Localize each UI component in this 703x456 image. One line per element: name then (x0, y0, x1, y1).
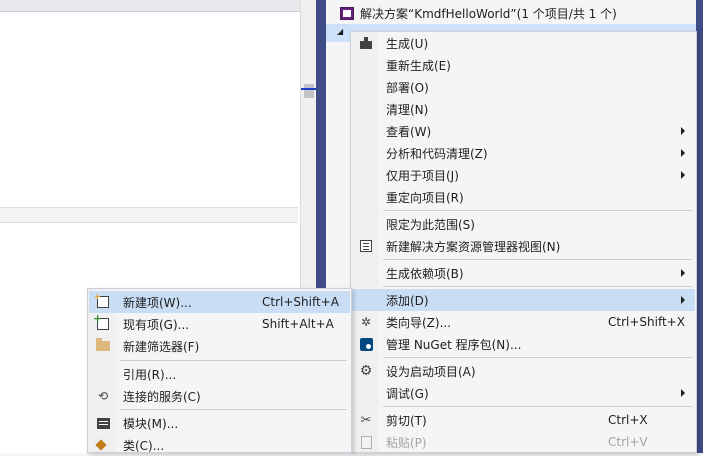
side-tool-strip (696, 0, 703, 453)
menu-item-existing-item[interactable]: 现有项(G)... Shift+Alt+A (89, 312, 350, 335)
menu-item-label: 重新生成(E) (386, 58, 451, 73)
menu-separator (383, 286, 692, 287)
menu-item-label: 限定为此范围(S) (386, 217, 475, 232)
menu-item-debug[interactable]: 调试(G) (352, 382, 695, 404)
menu-item-paste: 粘贴(P) Ctrl+V (352, 431, 695, 453)
menu-item-shortcut: Shift+Alt+A (262, 317, 334, 331)
menu-item-label: 现有项(G)... (123, 317, 190, 332)
menu-item-retarget[interactable]: 重定向项目(R) (352, 186, 695, 208)
menu-item-connected-service[interactable]: ⟲ 连接的服务(C) (89, 385, 350, 407)
menu-item-label: 调试(G) (386, 386, 429, 401)
menu-item-shortcut: Ctrl+X (608, 413, 648, 427)
menu-item-module[interactable]: 模块(M)... (89, 412, 350, 434)
menu-item-class-wizard[interactable]: ✲ 类向导(Z)... Ctrl+Shift+X (352, 311, 695, 333)
menu-item-label: 新建筛选器(F) (123, 339, 200, 354)
cut-icon: ✂ (360, 412, 372, 428)
scroll-position-marker (301, 88, 317, 90)
menu-separator (383, 259, 692, 260)
editor-tab-strip (0, 0, 300, 12)
class-icon (95, 437, 111, 453)
menu-item-label: 重定向项目(R) (386, 190, 464, 205)
menu-item-label: 部署(O) (386, 80, 429, 95)
menu-item-build-dependencies[interactable]: 生成依赖项(B) (352, 262, 695, 284)
collapse-triangle-icon[interactable]: ◢ (337, 27, 343, 36)
menu-item-label: 添加(D) (386, 293, 429, 308)
menu-item-deploy[interactable]: 部署(O) (352, 76, 695, 98)
menu-item-scope-to-this[interactable]: 限定为此范围(S) (352, 213, 695, 235)
menu-item-new-explorer-view[interactable]: 新建解决方案资源管理器视图(N) (352, 235, 695, 257)
menu-item-label: 粘贴(P) (386, 435, 427, 450)
menu-item-analyze[interactable]: 分析和代码清理(Z) (352, 142, 695, 164)
menu-item-set-startup-project[interactable]: ⚙ 设为启动项目(A) (352, 360, 695, 382)
submenu-arrow-icon (681, 389, 685, 397)
menu-separator (120, 360, 347, 361)
submenu-arrow-icon (681, 296, 685, 304)
menu-separator (120, 409, 347, 410)
new-item-icon (95, 294, 111, 310)
menu-item-shortcut: Ctrl+Shift+A (262, 295, 339, 309)
menu-item-label: 模块(M)... (123, 416, 179, 431)
menu-item-clean[interactable]: 清理(N) (352, 98, 695, 120)
menu-item-label: 引用(R)... (123, 367, 177, 382)
editor-horizontal-scrollbar[interactable] (0, 207, 298, 223)
project-context-menu: 生成(U) 重新生成(E) 部署(O) 清理(N) 查看(W) 分析和代码清理(… (350, 31, 697, 453)
menu-item-label: 类(C)... (123, 438, 165, 453)
menu-item-label: 清理(N) (386, 102, 429, 117)
menu-item-view[interactable]: 查看(W) (352, 120, 695, 142)
paste-icon (358, 434, 374, 450)
menu-item-manage-nuget[interactable]: 管理 NuGet 程序包(N)... (352, 333, 695, 355)
menu-item-new-filter[interactable]: 新建筛选器(F) (89, 335, 350, 357)
existing-item-icon (93, 312, 111, 332)
solution-icon (340, 6, 354, 20)
solution-label: 解决方案“KmdfHelloWorld”(1 个项目/共 1 个) (360, 6, 617, 21)
menu-item-build[interactable]: 生成(U) (352, 32, 695, 54)
build-icon (358, 35, 374, 51)
menu-item-label: 管理 NuGet 程序包(N)... (386, 337, 522, 352)
submenu-arrow-icon (681, 149, 685, 157)
menu-item-label: 生成依赖项(B) (386, 266, 464, 281)
menu-item-rebuild[interactable]: 重新生成(E) (352, 54, 695, 76)
menu-item-label: 生成(U) (386, 36, 429, 51)
submenu-arrow-icon (681, 269, 685, 277)
nuget-icon (358, 336, 374, 352)
menu-item-label: 连接的服务(C) (123, 389, 201, 404)
submenu-arrow-icon (681, 127, 685, 135)
connected-service-icon: ⟲ (97, 389, 109, 403)
menu-separator (383, 210, 692, 211)
menu-item-label: 剪切(T) (386, 413, 427, 428)
scrollbar-thumb[interactable] (304, 84, 314, 98)
add-submenu: 新建项(W)... Ctrl+Shift+A 现有项(G)... Shift+A… (87, 288, 352, 453)
menu-item-cut[interactable]: ✂ 剪切(T) Ctrl+X (352, 409, 695, 431)
menu-item-shortcut: Ctrl+Shift+X (608, 315, 685, 329)
menu-separator (383, 406, 692, 407)
menu-item-new-item[interactable]: 新建项(W)... Ctrl+Shift+A (89, 291, 350, 313)
gear-icon: ⚙ (359, 363, 373, 379)
menu-item-reference[interactable]: 引用(R)... (89, 363, 350, 385)
class-wizard-icon: ✲ (360, 315, 372, 329)
menu-item-label: 分析和代码清理(Z) (386, 146, 488, 161)
submenu-arrow-icon (681, 171, 685, 179)
menu-item-label: 类向导(Z)... (386, 315, 452, 330)
module-icon (95, 415, 111, 431)
menu-item-label: 设为启动项目(A) (386, 364, 476, 379)
menu-item-project-only[interactable]: 仅用于项目(J) (352, 164, 695, 186)
solution-node[interactable]: 解决方案“KmdfHelloWorld”(1 个项目/共 1 个) (326, 2, 703, 24)
new-filter-folder-icon (95, 338, 111, 354)
menu-item-add[interactable]: 添加(D) (352, 289, 695, 311)
menu-separator (383, 357, 692, 358)
menu-item-shortcut: Ctrl+V (608, 435, 648, 449)
menu-item-label: 新建项(W)... (123, 295, 192, 310)
menu-item-label: 新建解决方案资源管理器视图(N) (386, 239, 561, 254)
menu-item-label: 查看(W) (386, 124, 432, 139)
menu-item-label: 仅用于项目(J) (386, 168, 459, 183)
new-view-icon (358, 238, 374, 254)
